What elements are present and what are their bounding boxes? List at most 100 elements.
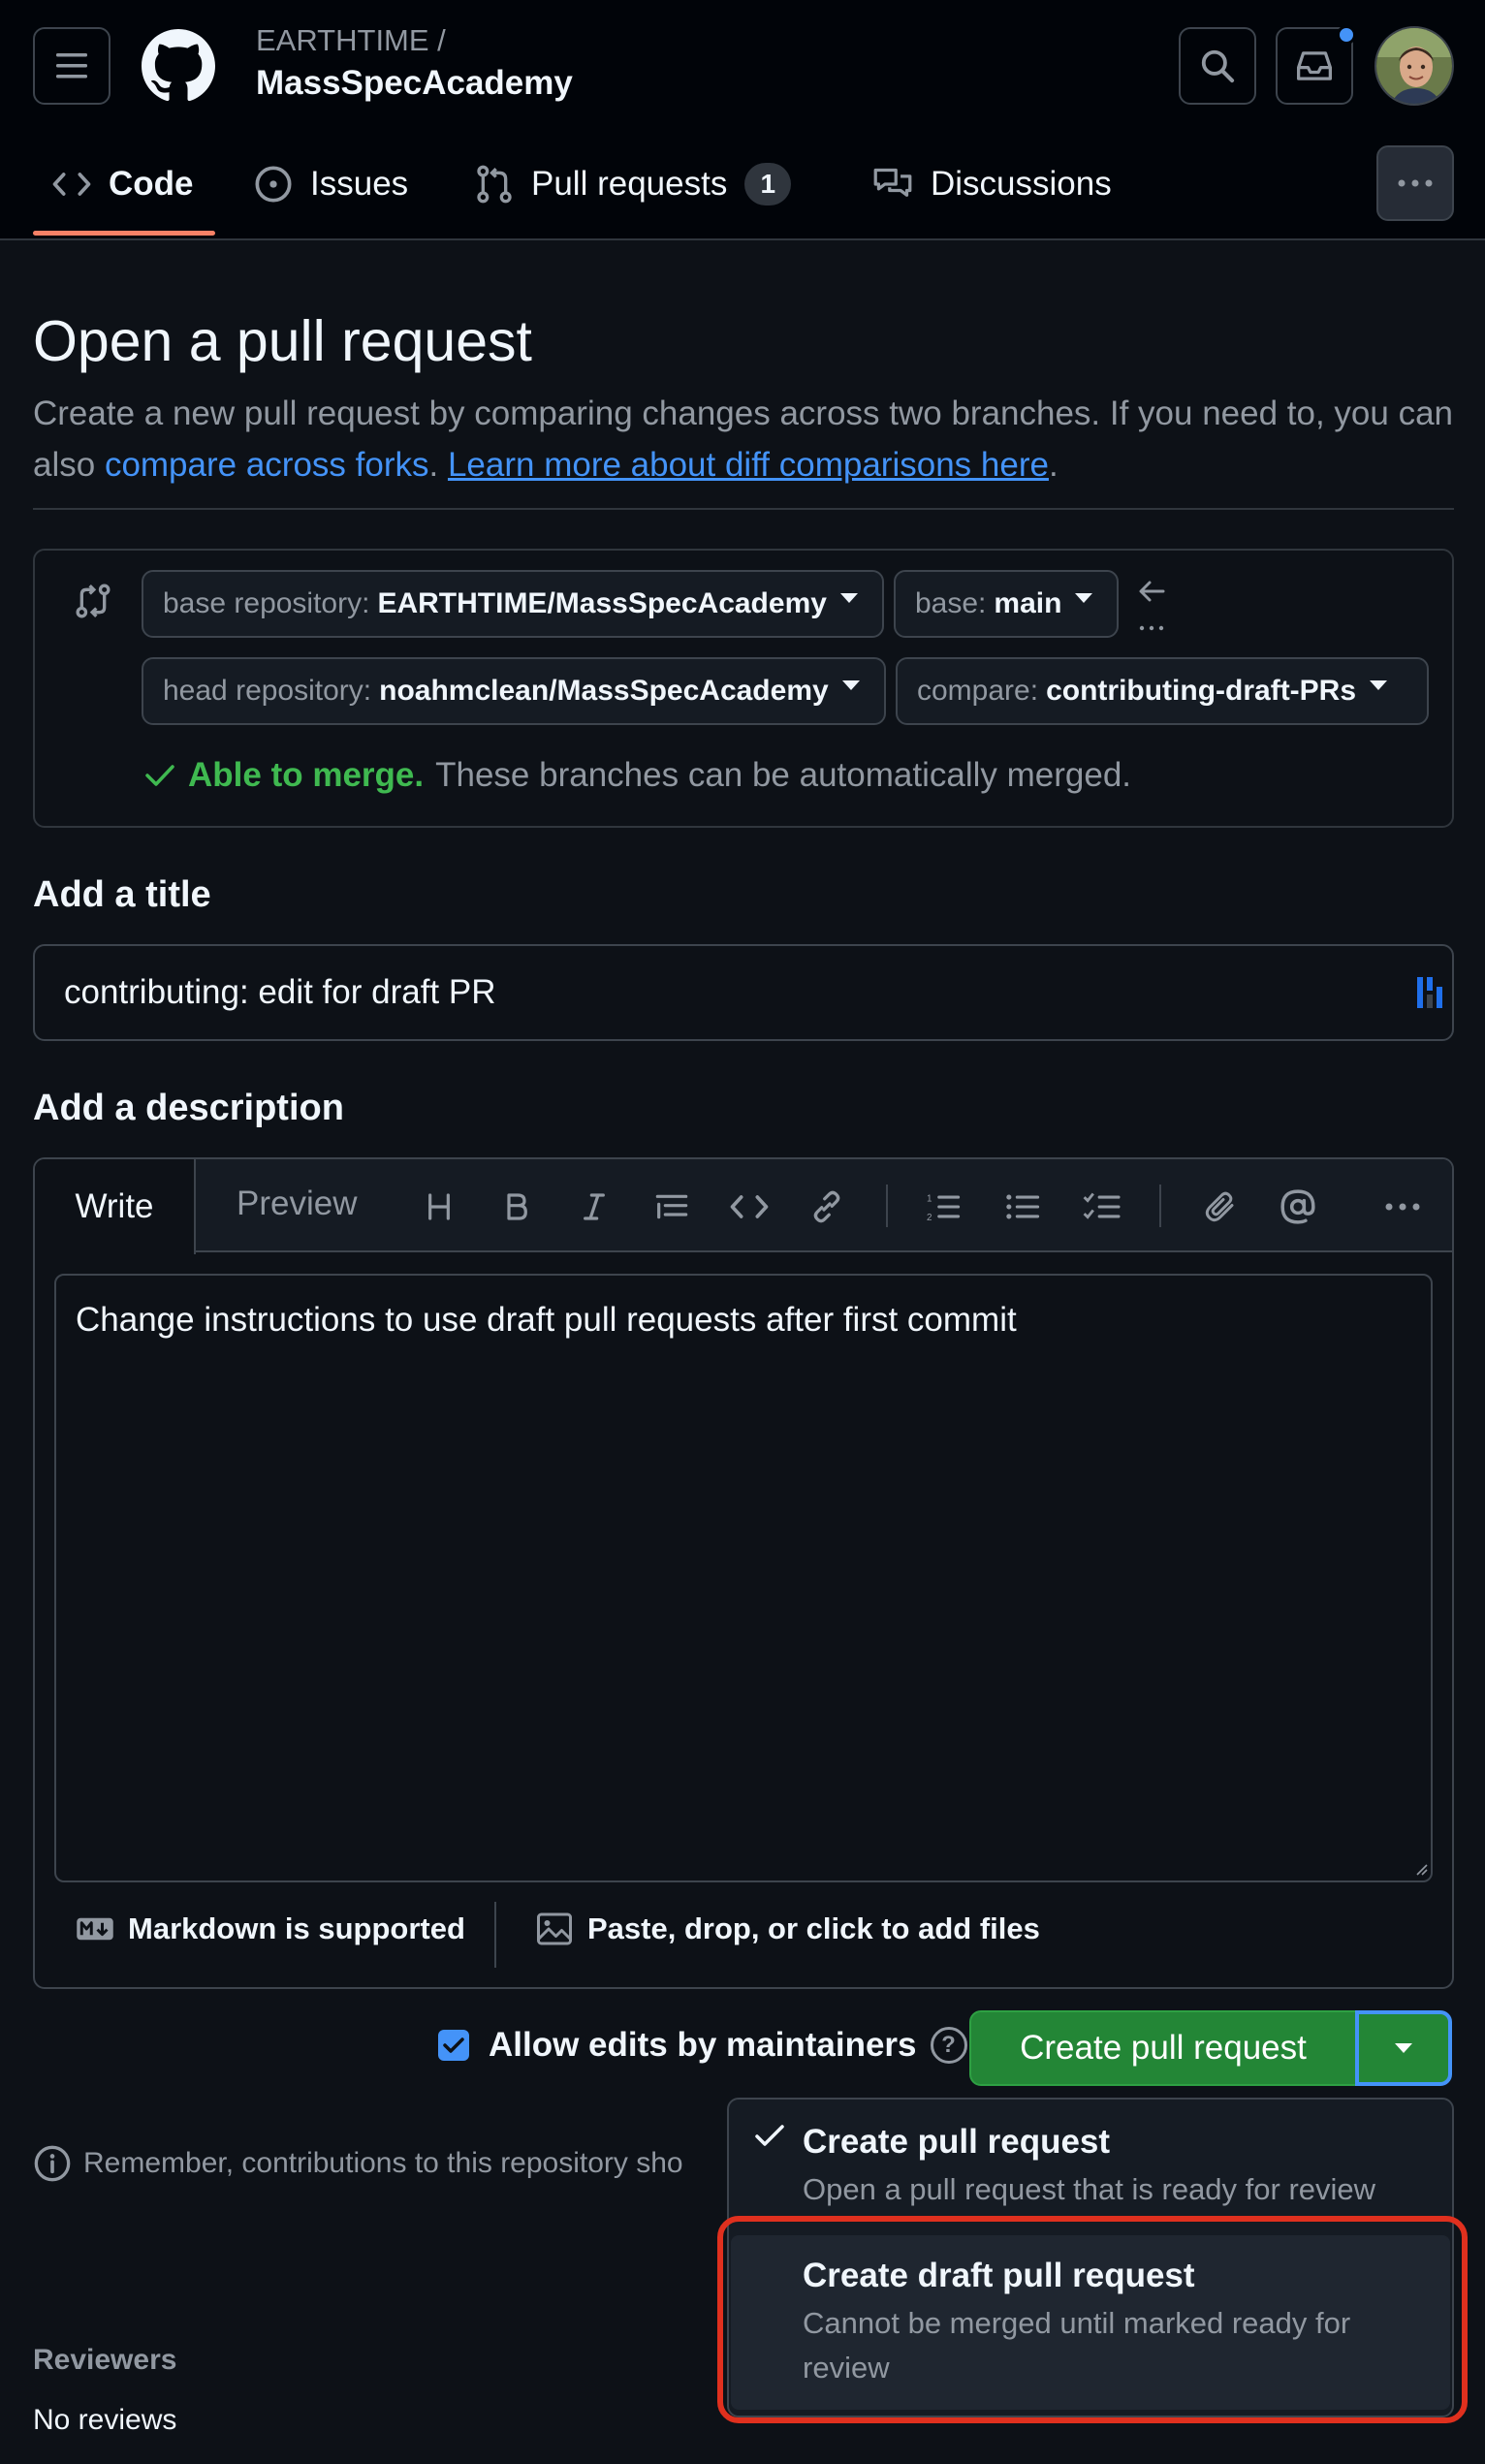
git-compare-icon [74, 582, 112, 620]
compare-branch-select[interactable]: compare: contributing-draft-PRs [896, 657, 1429, 725]
tab-discussions[interactable]: Discussions [872, 155, 1112, 213]
info-icon [34, 2145, 71, 2182]
caret-down-icon [1370, 680, 1388, 690]
search-button[interactable] [1179, 27, 1256, 105]
page-description: Create a new pull request by comparing c… [33, 388, 1458, 490]
compare-branch-value: contributing-draft-PRs [1046, 675, 1357, 707]
svg-text:1: 1 [927, 1193, 932, 1204]
merge-status-detail: These branches can be automatically merg… [435, 756, 1132, 794]
learn-more-link[interactable]: Learn more about diff comparisons here [448, 446, 1049, 484]
reviewers-heading[interactable]: Reviewers [33, 2344, 176, 2377]
description-separator: . [428, 446, 448, 484]
contribution-reminder: Remember, contributions to this reposito… [33, 2144, 683, 2183]
create-pull-request-button[interactable]: Create pull request [969, 2010, 1357, 2086]
image-icon [537, 1912, 572, 1945]
toolbar-separator [1159, 1185, 1161, 1227]
page-title: Open a pull request [33, 309, 532, 373]
tab-pull-requests-label: Pull requests [531, 165, 728, 203]
heading-icon[interactable] [417, 1185, 461, 1229]
base-repository-select[interactable]: base repository: EARTHTIME/MassSpecAcade… [142, 570, 884, 638]
inbox-icon [1296, 51, 1332, 80]
question-icon[interactable]: ? [930, 2027, 967, 2064]
base-repository-key: base repository: [163, 587, 370, 619]
code-icon[interactable] [727, 1185, 772, 1229]
app-header: EARTHTIME / MassSpecAcademy Code Issues … [0, 0, 1485, 240]
notification-indicator [1337, 25, 1356, 45]
avatar[interactable] [1374, 26, 1454, 106]
tab-write[interactable]: Write [35, 1159, 196, 1254]
menu-item-title: Create pull request [803, 2123, 1111, 2161]
arrow-left-icon [1136, 576, 1167, 634]
head-repository-key: head repository: [163, 675, 372, 707]
unordered-list-icon[interactable] [1000, 1185, 1045, 1229]
check-icon [754, 2123, 785, 2150]
pull-requests-count: 1 [744, 163, 792, 205]
tab-issues-label: Issues [310, 165, 409, 203]
more-tabs-button[interactable] [1376, 145, 1454, 221]
mention-icon[interactable] [1276, 1185, 1320, 1229]
allow-edits-row: Allow edits by maintainers ? [438, 2026, 967, 2065]
tab-code-label: Code [109, 165, 194, 203]
svg-text:2: 2 [927, 1213, 932, 1223]
markdown-supported-link[interactable]: Markdown is supported [76, 1911, 465, 1946]
kebab-horizontal-icon[interactable] [1380, 1185, 1425, 1229]
compare-forks-link[interactable]: compare across forks [105, 446, 429, 484]
divider [33, 508, 1454, 510]
check-icon [145, 765, 174, 786]
menu-item-description: Open a pull request that is ready for re… [803, 2172, 1376, 2206]
issue-opened-icon [255, 166, 292, 203]
italic-icon[interactable] [572, 1185, 616, 1229]
caret-down-icon [841, 680, 860, 690]
base-branch-key: base: [915, 587, 987, 619]
allow-edits-checkbox[interactable] [438, 2030, 469, 2061]
kebab-horizontal-icon [1398, 179, 1433, 187]
markdown-icon [77, 1917, 113, 1941]
markdown-note: Markdown is supported [128, 1911, 465, 1945]
footer-separator [494, 1902, 496, 1968]
compare-branch-key: compare: [917, 675, 1039, 707]
head-repository-select[interactable]: head repository: noahmclean/MassSpecAcad… [142, 657, 886, 725]
toolbar-separator [886, 1185, 888, 1227]
hamburger-icon [56, 53, 87, 79]
comment-discussion-icon [873, 168, 912, 197]
attach-note: Paste, drop, or click to add files [587, 1911, 1040, 1945]
allow-edits-label[interactable]: Allow edits by maintainers [489, 2026, 917, 2065]
repo-owner[interactable]: EARTHTIME / [256, 23, 446, 58]
description-textarea[interactable]: Change instructions to use draft pull re… [54, 1274, 1433, 1882]
code-icon [52, 173, 91, 196]
description-end: . [1048, 446, 1058, 484]
reviewers-value: No reviews [33, 2404, 177, 2436]
tab-code[interactable]: Code [52, 155, 194, 213]
bold-icon[interactable] [494, 1185, 539, 1229]
tab-pull-requests[interactable]: Pull requests 1 [475, 155, 792, 213]
search-icon [1201, 49, 1235, 83]
grammarly-icon[interactable] [1415, 973, 1444, 1012]
caret-down-icon [1395, 2043, 1412, 2053]
base-branch-value: main [994, 587, 1062, 619]
caret-down-icon [1075, 593, 1093, 603]
attach-files-button[interactable]: Paste, drop, or click to add files [535, 1911, 1040, 1946]
head-repository-value: noahmclean/MassSpecAcademy [379, 675, 829, 707]
merge-status: Able to merge. These branches can be aut… [143, 756, 1131, 795]
base-branch-select[interactable]: base: main [894, 570, 1119, 638]
resize-handle-icon[interactable] [1413, 1861, 1429, 1877]
tab-discussions-label: Discussions [931, 165, 1112, 203]
quote-icon[interactable] [649, 1185, 694, 1229]
link-icon[interactable] [805, 1185, 849, 1229]
tab-issues[interactable]: Issues [254, 155, 408, 213]
contribution-reminder-text: Remember, contributions to this reposito… [83, 2147, 683, 2179]
caret-down-icon [839, 593, 858, 603]
checkmark-icon [443, 2038, 464, 2053]
hamburger-menu-button[interactable] [33, 27, 111, 105]
title-label: Add a title [33, 874, 211, 915]
create-options-dropdown-button[interactable] [1355, 2010, 1452, 2086]
github-logo-icon[interactable] [142, 29, 215, 103]
active-tab-indicator [33, 231, 215, 236]
title-input[interactable] [33, 944, 1454, 1041]
paperclip-icon[interactable] [1198, 1185, 1243, 1229]
merge-status-ok: Able to merge. [188, 756, 425, 794]
tab-preview[interactable]: Preview [237, 1185, 357, 1223]
repo-name[interactable]: MassSpecAcademy [256, 64, 573, 103]
ordered-list-icon[interactable]: 12 [921, 1185, 965, 1229]
task-list-icon[interactable] [1080, 1185, 1124, 1229]
